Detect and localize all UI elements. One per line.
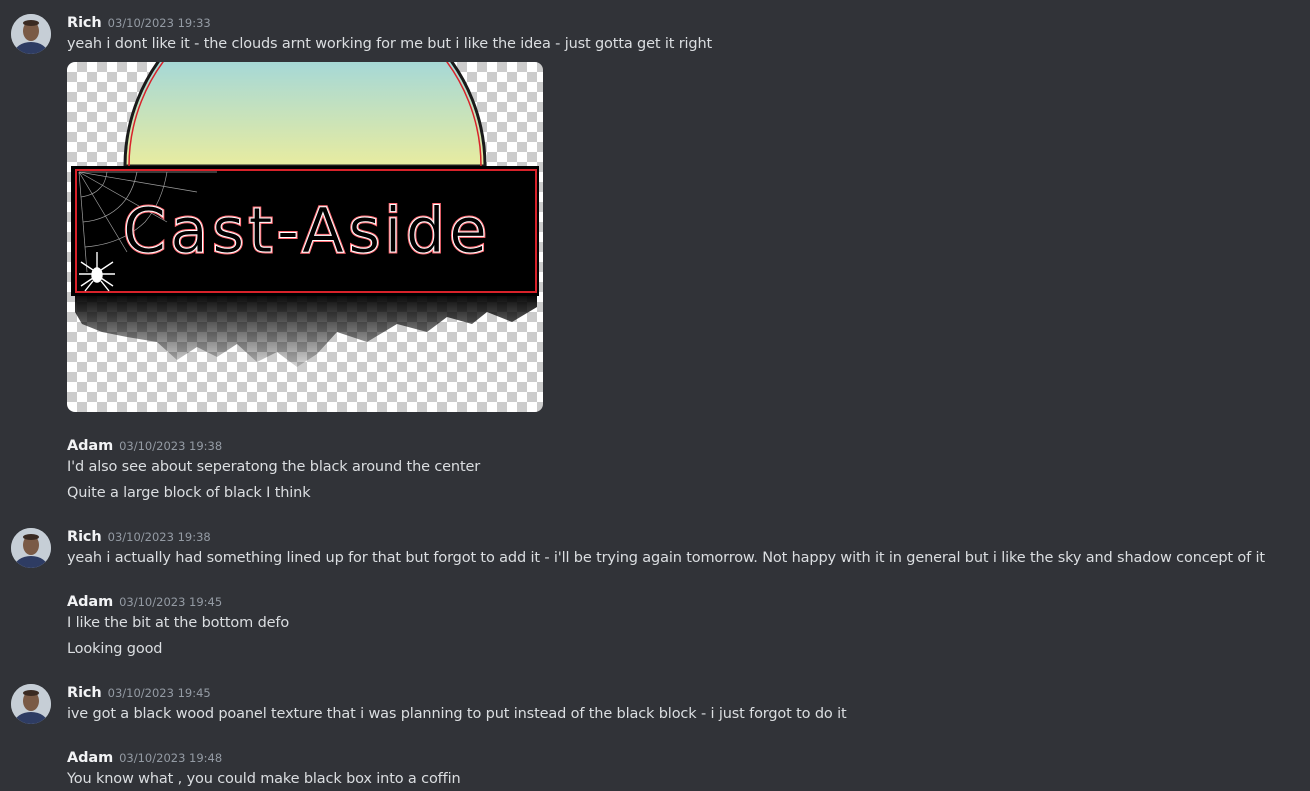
timestamp: 03/10/2023 19:45: [119, 595, 223, 609]
author-name[interactable]: Rich: [67, 529, 102, 545]
message-text: ive got a black wood poanel texture that…: [67, 706, 847, 722]
author-name[interactable]: Adam: [67, 750, 113, 766]
author-name[interactable]: Rich: [67, 15, 102, 31]
message-header: Adam 03/10/2023 19:48: [67, 747, 222, 767]
author-name[interactable]: Rich: [67, 685, 102, 701]
timestamp: 03/10/2023 19:33: [107, 16, 211, 30]
cast-aside-logo-image: Cast-Aside Cast-Aside: [71, 62, 539, 367]
avatar[interactable]: [11, 528, 51, 568]
message-text: I like the bit at the bottom defo: [67, 615, 290, 631]
message-header: Adam 03/10/2023 19:38: [67, 435, 222, 455]
message-header: Rich 03/10/2023 19:45: [67, 682, 211, 702]
image-attachment[interactable]: Cast-Aside Cast-Aside: [67, 62, 543, 412]
timestamp: 03/10/2023 19:38: [119, 439, 223, 453]
author-name[interactable]: Adam: [67, 438, 113, 454]
message-text: yeah i dont like it - the clouds arnt wo…: [67, 36, 713, 52]
timestamp: 03/10/2023 19:45: [107, 686, 211, 700]
avatar-image: [11, 14, 51, 54]
message-text: yeah i actually had something lined up f…: [67, 550, 1265, 566]
avatar-image: [11, 528, 51, 568]
avatar[interactable]: [11, 684, 51, 724]
message-header: Rich 03/10/2023 19:38: [67, 526, 211, 546]
timestamp: 03/10/2023 19:38: [107, 530, 211, 544]
message-header: Rich 03/10/2023 19:33: [67, 12, 211, 32]
author-name[interactable]: Adam: [67, 594, 113, 610]
message-text: I'd also see about seperatong the black …: [67, 459, 481, 475]
timestamp: 03/10/2023 19:48: [119, 751, 223, 765]
chat-message-list: Rich 03/10/2023 19:33 yeah i dont like it…: [0, 0, 1310, 791]
message-text: Looking good: [67, 641, 163, 657]
message-text: Quite a large block of black I think: [67, 485, 311, 501]
avatar[interactable]: [11, 14, 51, 54]
message-header: Adam 03/10/2023 19:45: [67, 591, 222, 611]
avatar-image: [11, 684, 51, 724]
message-text: You know what , you could make black box…: [67, 771, 461, 787]
logo-text: Cast-Aside: [123, 194, 491, 267]
